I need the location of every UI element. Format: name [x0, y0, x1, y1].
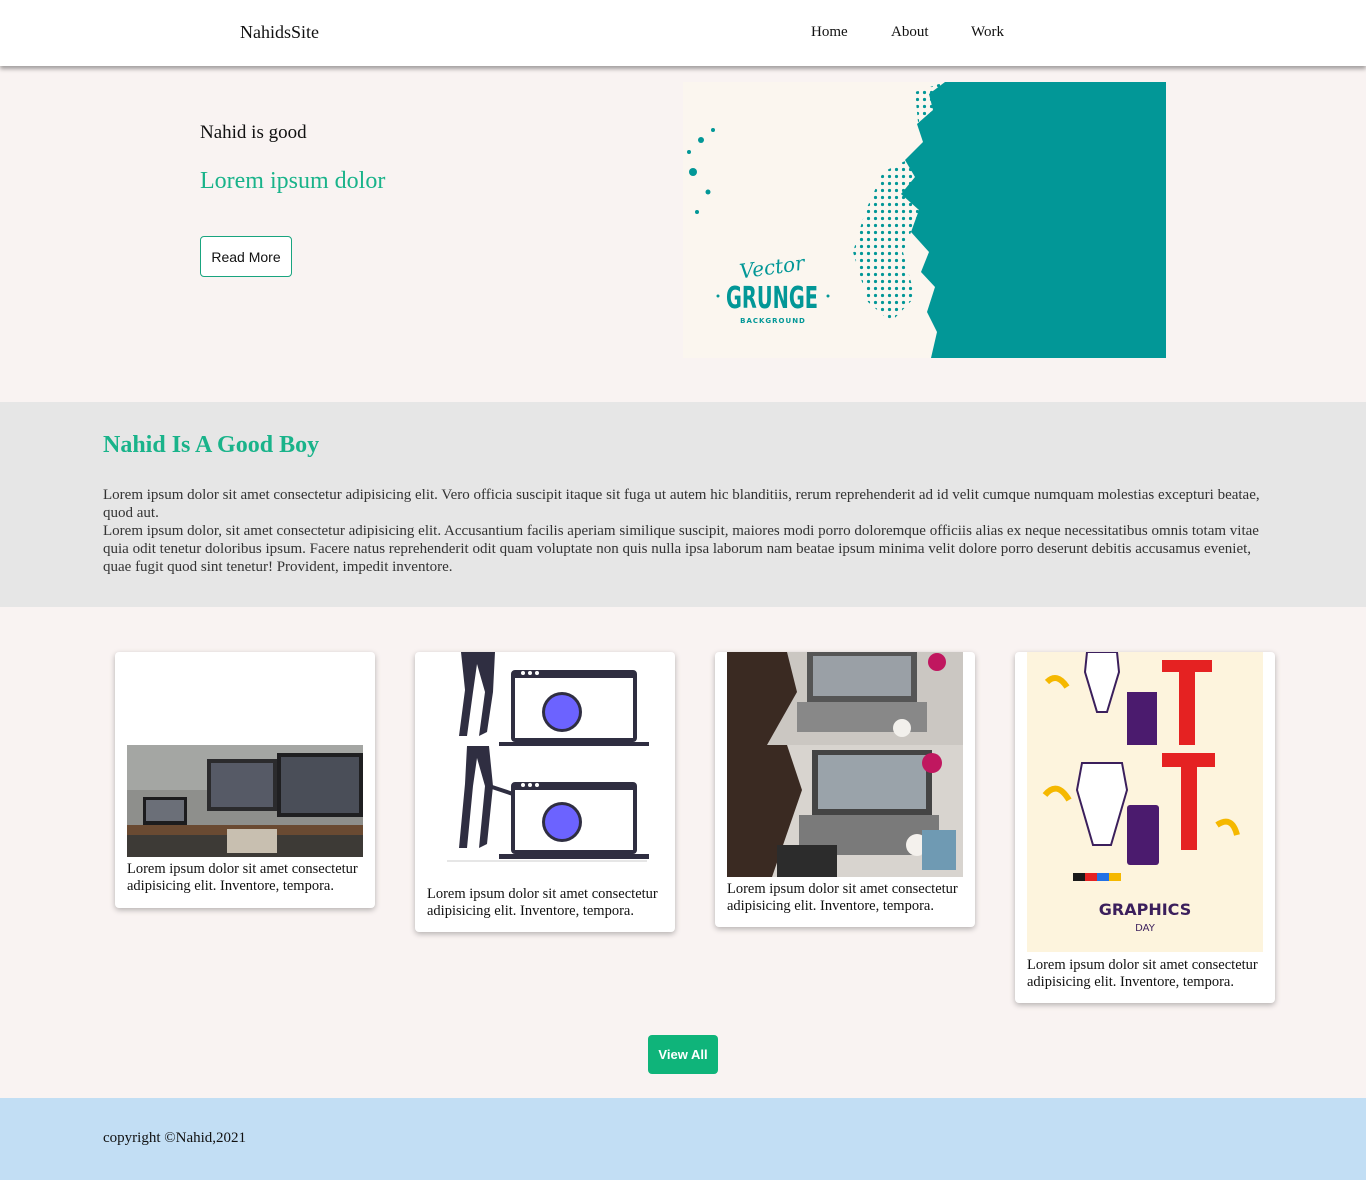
hero-title: Lorem ipsum dolor: [200, 168, 386, 194]
work-card-3[interactable]: Lorem ipsum dolor sit amet consectetur a…: [715, 652, 975, 927]
about-paragraph-1: Lorem ipsum dolor sit amet consectetur a…: [103, 487, 1260, 521]
woman-laptop-photo: [727, 652, 963, 877]
hero-art-sub-text: BACKGROUND: [740, 317, 806, 325]
card-1-text: Lorem ipsum dolor sit amet consectetur a…: [127, 861, 358, 894]
read-more-button[interactable]: Read More: [200, 236, 292, 277]
about-text: Lorem ipsum dolor sit amet consectetur a…: [103, 486, 1268, 576]
graphics-art-title: GRAPHICS: [1099, 900, 1191, 919]
nav-about[interactable]: About: [891, 24, 929, 41]
hero-art-main-text: GRUNGE: [726, 281, 818, 316]
hero-eyebrow: Nahid is good: [200, 122, 307, 143]
site-header: NahidsSite Home About Work: [0, 0, 1366, 66]
work-card-1[interactable]: Lorem ipsum dolor sit amet consectetur a…: [115, 652, 375, 908]
desk-computer-image: [127, 745, 363, 857]
card-4-text: Lorem ipsum dolor sit amet consectetur a…: [1027, 957, 1258, 990]
graphics-art-subtitle: DAY: [1135, 923, 1156, 934]
graphics-day-illustration: GRAPHICS DAY: [1027, 652, 1263, 952]
nav-work[interactable]: Work: [971, 24, 1004, 41]
about-title: Nahid Is A Good Boy: [103, 432, 320, 458]
brand-logo-link[interactable]: NahidsSite: [240, 22, 319, 43]
nav-home[interactable]: Home: [811, 24, 848, 41]
about-paragraph-2: Lorem ipsum dolor, sit amet consectetur …: [103, 523, 1259, 575]
view-all-button[interactable]: View All: [648, 1035, 718, 1074]
card-3-text: Lorem ipsum dolor sit amet consectetur a…: [727, 881, 958, 914]
hero-grunge-image: Vector GRUNGE BACKGROUND: [683, 82, 1166, 358]
work-card-2[interactable]: Lorem ipsum dolor sit amet consectetur a…: [415, 652, 675, 932]
card-2-text: Lorem ipsum dolor sit amet consectetur a…: [427, 886, 658, 919]
work-card-4[interactable]: GRAPHICS DAY Lorem ipsum dolor sit amet …: [1015, 652, 1275, 1003]
person-laptop-illustration: [427, 652, 663, 882]
footer-copyright: copyright ©Nahid,2021: [103, 1130, 247, 1146]
